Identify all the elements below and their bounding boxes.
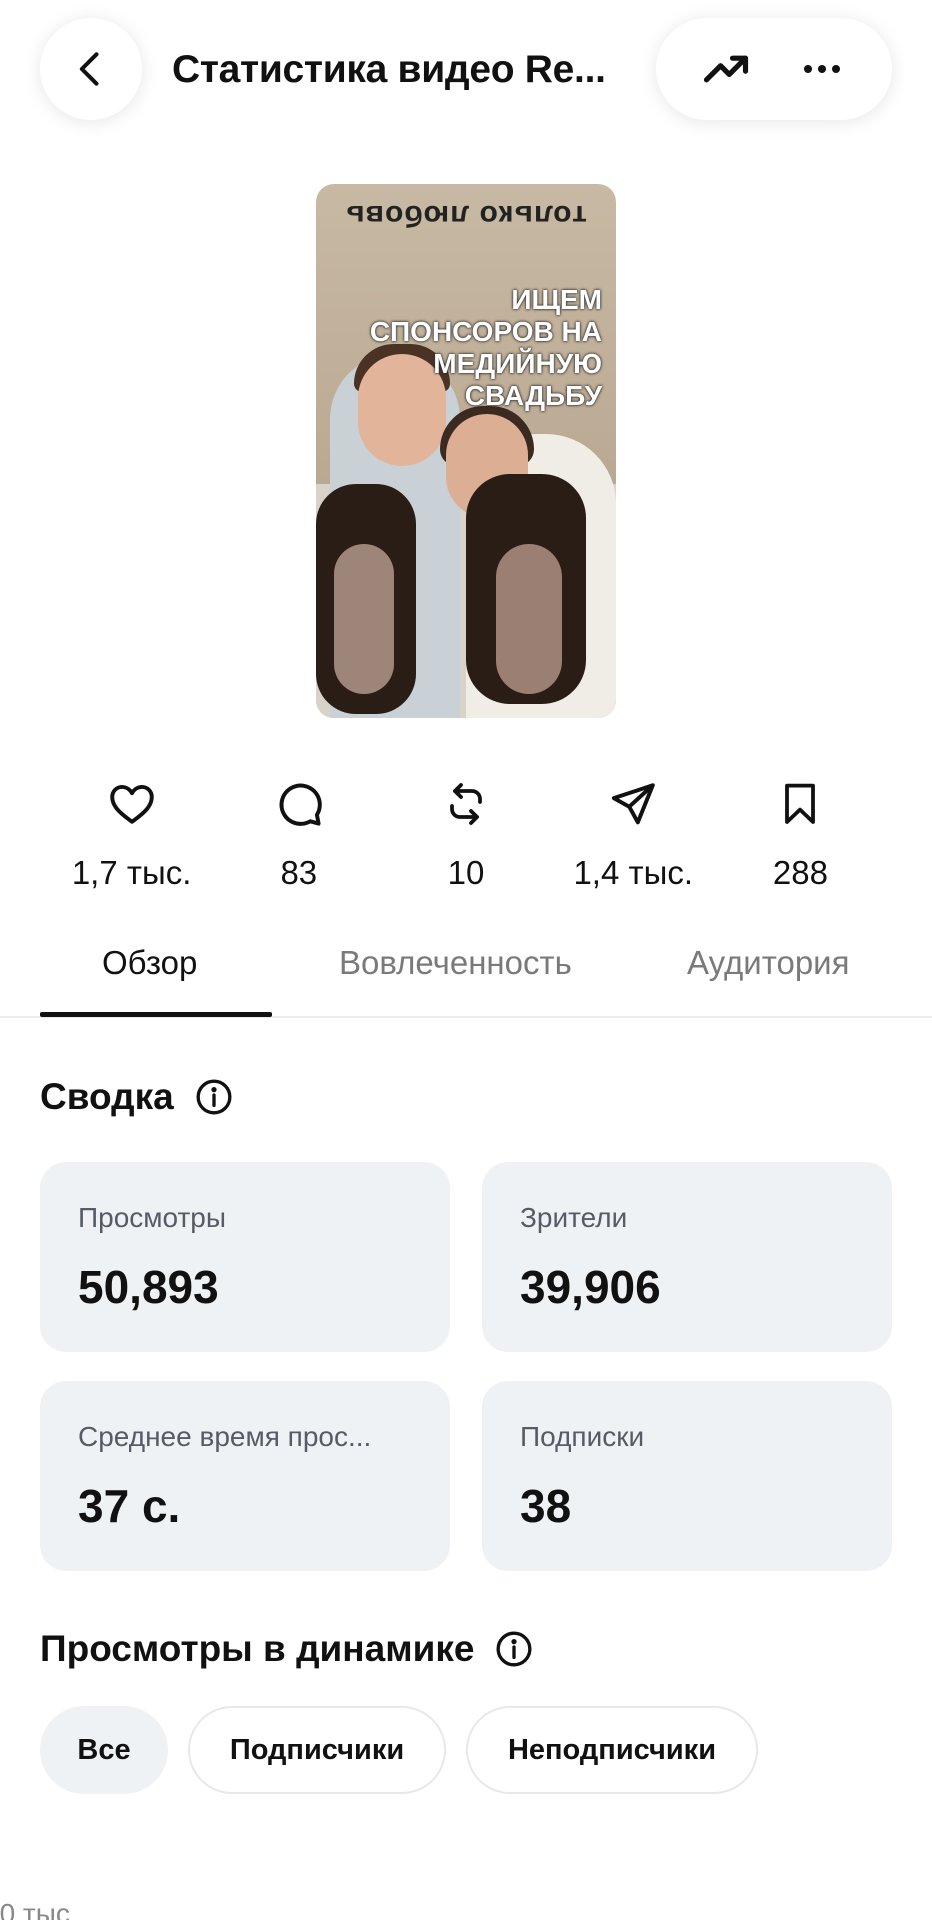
- info-icon: [496, 1631, 532, 1667]
- tab-overview[interactable]: Обзор: [102, 944, 197, 982]
- engagement-stats: 1,7 тыс. 83 10 1,4 тыс. 288: [48, 776, 884, 896]
- card-value: 38: [520, 1480, 572, 1532]
- bookmark-icon: [785, 783, 816, 824]
- filter-chip-followers[interactable]: Подписчики: [188, 1706, 446, 1794]
- summary-card-follows: Подписки 38: [482, 1381, 892, 1571]
- card-value: 37 с.: [78, 1480, 181, 1532]
- filter-chip-all[interactable]: Все: [40, 1706, 168, 1794]
- more-horizontal-icon: [804, 65, 840, 73]
- video-thumbnail[interactable]: только любовь ИЩЕМ СПОНСОРОВ НА МЕДИЙНУЮ…: [316, 184, 616, 718]
- heart-icon: [109, 784, 154, 824]
- summary-card-viewers: Зрители 39,906: [482, 1162, 892, 1352]
- tab-audience[interactable]: Аудитория: [687, 944, 850, 982]
- stat-comments: 83: [215, 776, 382, 896]
- stat-shares-value: 1,4 тыс.: [573, 854, 693, 891]
- stat-shares: 1,4 тыс.: [550, 776, 717, 896]
- trending-up-icon: [703, 55, 749, 83]
- thumbnail-banner: только любовь: [345, 199, 587, 232]
- back-button[interactable]: [40, 18, 142, 120]
- card-label: Подписки: [520, 1421, 645, 1452]
- tab-bar: Обзор Вовлеченность Аудитория: [0, 930, 932, 1018]
- chevron-left-icon: [79, 52, 99, 86]
- tab-engagement[interactable]: Вовлеченность: [339, 944, 572, 982]
- stat-reposts: 10: [382, 776, 549, 896]
- share-icon: [612, 783, 655, 825]
- thumbnail-dog-left-belly: [334, 544, 394, 694]
- info-icon: [196, 1079, 232, 1115]
- thumbnail-caption: ИЩЕМ СПОНСОРОВ НА МЕДИЙНУЮ СВАДЬБУ: [369, 284, 602, 411]
- views-dynamics-info-button[interactable]: [494, 1629, 534, 1669]
- views-dynamics-section-title: Просмотры в динамике: [40, 1628, 534, 1670]
- card-label: Среднее время прос...: [78, 1421, 372, 1452]
- stat-saves: 288: [717, 776, 884, 896]
- comment-icon: [279, 783, 322, 826]
- stat-comments-value: 83: [280, 854, 318, 891]
- views-dynamics-title-text: Просмотры в динамике: [40, 1628, 475, 1669]
- stat-saves-value: 288: [772, 854, 828, 891]
- trends-button[interactable]: [690, 33, 762, 105]
- header-actions: [656, 18, 892, 120]
- active-tab-indicator: [40, 1012, 272, 1017]
- header: Статистика видео Re...: [0, 0, 932, 160]
- card-value: 39,906: [520, 1261, 661, 1313]
- page-title: Статистика видео Re...: [172, 48, 606, 91]
- thumbnail-dog-right-belly: [496, 544, 562, 694]
- chart-axis-label: 90 тыс.: [0, 1898, 78, 1920]
- stat-likes-value: 1,7 тыс.: [71, 854, 192, 891]
- more-button[interactable]: [786, 33, 858, 105]
- card-label: Зрители: [520, 1202, 628, 1233]
- stat-reposts-value: 10: [447, 854, 485, 891]
- summary-card-avg-watch-time: Среднее время прос... 37 с.: [40, 1381, 450, 1571]
- repost-icon: [450, 783, 482, 825]
- filter-chip-non-followers[interactable]: Неподписчики: [466, 1706, 758, 1794]
- stat-likes: 1,7 тыс.: [48, 776, 215, 896]
- card-label: Просмотры: [78, 1202, 226, 1233]
- card-value: 50,893: [78, 1261, 219, 1313]
- summary-section-title: Сводка: [40, 1076, 234, 1118]
- summary-info-button[interactable]: [194, 1077, 234, 1117]
- summary-title-text: Сводка: [40, 1076, 174, 1117]
- summary-card-views: Просмотры 50,893: [40, 1162, 450, 1352]
